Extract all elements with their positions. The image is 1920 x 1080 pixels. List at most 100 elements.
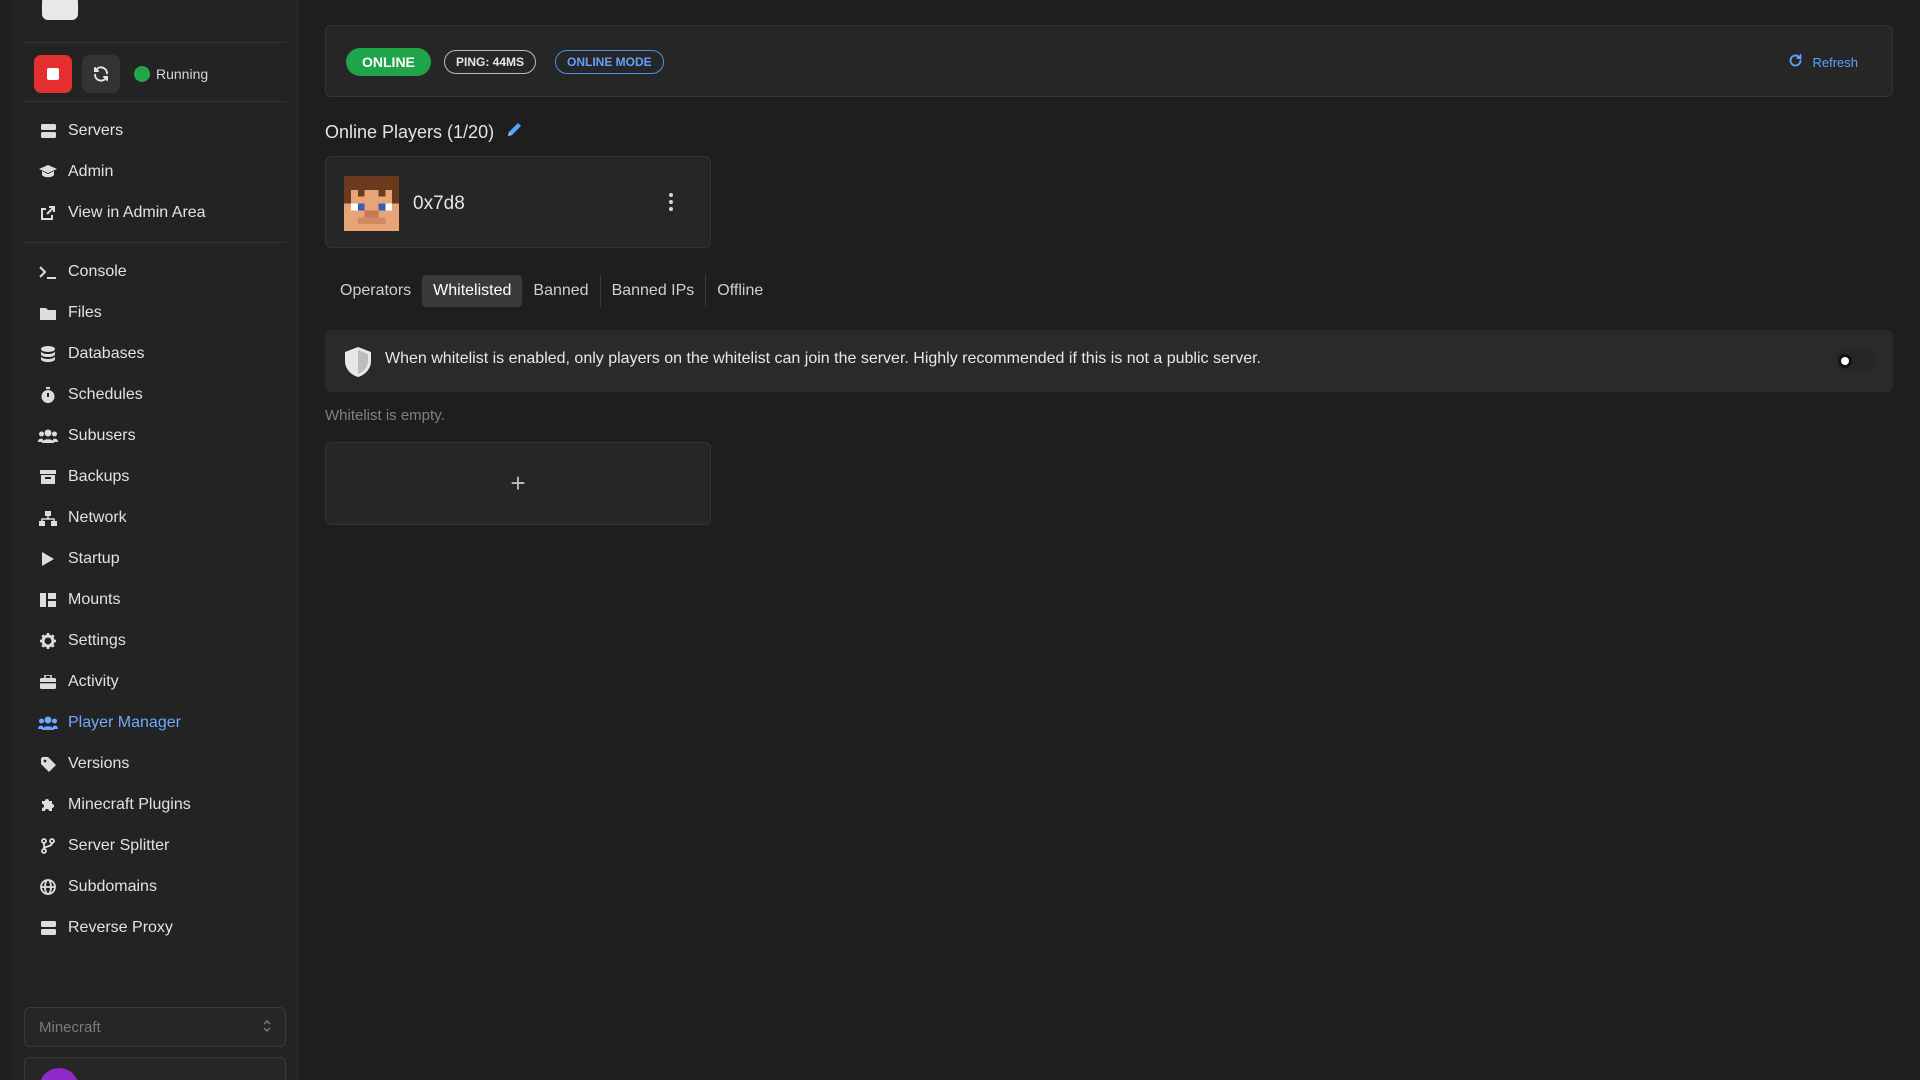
sidebar-item-mounts[interactable]: Mounts xyxy=(38,584,288,616)
refresh-button[interactable]: Refresh xyxy=(1788,50,1858,74)
sidebar-item-label: Databases xyxy=(68,345,145,362)
tab-operators[interactable]: Operators xyxy=(329,275,422,307)
network-icon xyxy=(38,510,58,526)
refresh-icon xyxy=(94,66,108,82)
sidebar-item-label: Versions xyxy=(68,755,130,772)
sidebar-item-label: Subusers xyxy=(68,427,136,444)
player-name: 0x7d8 xyxy=(413,193,465,214)
sidebar-item-subdomains[interactable]: Subdomains xyxy=(38,871,288,903)
more-options-icon[interactable] xyxy=(666,189,676,215)
sidebar-item-backups[interactable]: Backups xyxy=(38,461,288,493)
plus-icon: + xyxy=(510,468,526,498)
sidebar-item-minecraft-plugins[interactable]: Minecraft Plugins xyxy=(38,789,288,821)
sidebar-item-reverse-proxy[interactable]: Reverse Proxy xyxy=(38,912,288,944)
tab-whitelisted[interactable]: Whitelisted xyxy=(422,275,523,307)
gear-icon xyxy=(38,633,58,649)
chevron-updown-icon xyxy=(263,1019,271,1036)
external-link-icon xyxy=(38,205,58,221)
whitelist-toggle[interactable] xyxy=(1835,349,1875,373)
player-card[interactable]: 0x7d8 xyxy=(325,156,711,248)
whitelist-info-bar: When whitelist is enabled, only players … xyxy=(325,330,1893,392)
player-list-tabs: Operators Whitelisted Banned Banned IPs … xyxy=(329,275,774,307)
sidebar-item-console[interactable]: Console xyxy=(38,256,288,288)
briefcase-icon xyxy=(38,675,58,689)
terminal-icon xyxy=(38,265,58,279)
mounts-icon xyxy=(38,593,58,607)
divider xyxy=(24,101,286,102)
online-badge: ONLINE xyxy=(346,48,431,76)
sidebar-item-startup[interactable]: Startup xyxy=(38,543,288,575)
divider xyxy=(24,42,286,43)
sidebar-item-servers[interactable]: Servers xyxy=(38,115,288,147)
server-status-bar: ONLINE PING: 44MS ONLINE MODE Refresh xyxy=(325,25,1893,97)
play-icon xyxy=(38,552,58,566)
sidebar-item-admin[interactable]: Admin xyxy=(38,156,288,188)
server-icon xyxy=(38,921,58,935)
sidebar-item-label: Subdomains xyxy=(68,878,157,895)
status-text: Running xyxy=(156,66,209,82)
sidebar-item-label: Minecraft Plugins xyxy=(68,796,191,813)
folder-icon xyxy=(38,307,58,320)
toggle-knob xyxy=(1838,354,1852,368)
stop-icon xyxy=(47,68,59,80)
sidebar-item-activity[interactable]: Activity xyxy=(38,666,288,698)
sidebar-item-player-manager[interactable]: Player Manager xyxy=(38,707,288,739)
sidebar: Running Servers Admin View in Admin Area… xyxy=(12,0,298,1080)
database-icon xyxy=(38,346,58,362)
sidebar-item-server-splitter[interactable]: Server Splitter xyxy=(38,830,288,862)
tag-icon xyxy=(38,756,58,772)
sidebar-item-label: Schedules xyxy=(68,386,143,403)
sidebar-item-label: Admin xyxy=(68,163,114,180)
branch-icon xyxy=(38,838,58,854)
sidebar-item-label: Player Manager xyxy=(68,714,181,731)
pencil-icon[interactable] xyxy=(506,121,523,143)
sidebar-item-label: Servers xyxy=(68,122,124,139)
whitelist-description: When whitelist is enabled, only players … xyxy=(385,350,1261,367)
sidebar-item-databases[interactable]: Databases xyxy=(38,338,288,370)
globe-icon xyxy=(38,879,58,895)
shield-icon xyxy=(345,347,371,377)
whitelist-empty-text: Whitelist is empty. xyxy=(325,407,445,424)
player-skin-avatar xyxy=(344,176,399,231)
sidebar-item-label: Startup xyxy=(68,550,120,567)
sidebar-item-label: Server Splitter xyxy=(68,837,170,854)
users-icon xyxy=(38,429,58,443)
add-whitelist-button[interactable]: + xyxy=(325,442,711,525)
sidebar-item-label: Mounts xyxy=(68,591,121,608)
pterodactyl-logo-icon xyxy=(42,0,78,20)
stop-button[interactable] xyxy=(34,55,72,93)
sidebar-item-network[interactable]: Network xyxy=(38,502,288,534)
sidebar-item-label: Reverse Proxy xyxy=(68,919,173,936)
archive-icon xyxy=(38,470,58,484)
online-players-heading: Online Players (1/20) xyxy=(325,121,523,143)
players-icon xyxy=(38,716,58,730)
sidebar-item-label: Network xyxy=(68,509,127,526)
tab-banned[interactable]: Banned xyxy=(522,275,599,307)
sidebar-item-subusers[interactable]: Subusers xyxy=(38,420,288,452)
stopwatch-icon xyxy=(38,387,58,403)
sidebar-item-files[interactable]: Files xyxy=(38,297,288,329)
sidebar-item-settings[interactable]: Settings xyxy=(38,625,288,657)
online-mode-badge: ONLINE MODE xyxy=(555,50,664,74)
user-menu[interactable] xyxy=(24,1057,286,1080)
ping-badge: PING: 44MS xyxy=(444,50,537,74)
restart-button[interactable] xyxy=(82,55,120,93)
tab-banned-ips[interactable]: Banned IPs xyxy=(601,275,706,307)
tab-offline[interactable]: Offline xyxy=(706,275,774,307)
page-title: Online Players (1/20) xyxy=(325,121,495,142)
sidebar-item-versions[interactable]: Versions xyxy=(38,748,288,780)
graduation-cap-icon xyxy=(38,165,58,179)
game-select-value: Minecraft xyxy=(39,1018,101,1036)
server-icon xyxy=(38,124,58,138)
power-controls: Running xyxy=(34,55,208,93)
refresh-icon xyxy=(1788,53,1803,71)
game-select[interactable]: Minecraft xyxy=(24,1007,286,1047)
sidebar-item-label: Backups xyxy=(68,468,130,485)
refresh-label: Refresh xyxy=(1812,54,1858,70)
sidebar-item-schedules[interactable]: Schedules xyxy=(38,379,288,411)
sidebar-item-label: Console xyxy=(68,263,127,280)
sidebar-item-label: Activity xyxy=(68,673,119,690)
divider xyxy=(24,242,286,243)
sidebar-item-view-admin-area[interactable]: View in Admin Area xyxy=(38,197,288,229)
status-indicator xyxy=(134,66,150,82)
